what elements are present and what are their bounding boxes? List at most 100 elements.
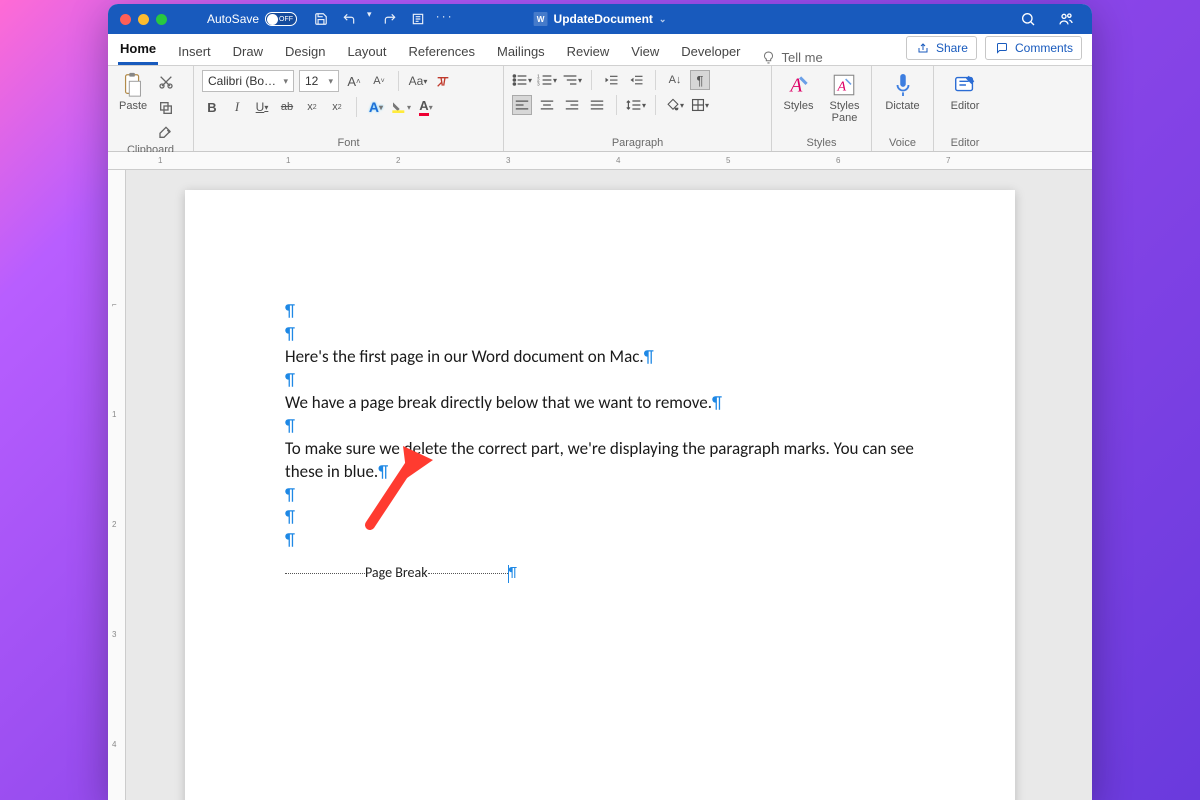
borders-icon[interactable]: ▾ [690,95,710,115]
autosave-toggle[interactable]: AutoSave OFF [207,12,297,26]
strikethrough-icon[interactable]: ab [277,97,297,117]
share-icon [915,40,931,56]
align-center-icon[interactable] [537,95,557,115]
text-effects-icon[interactable]: A▾ [366,97,386,117]
autosave-switch[interactable]: OFF [265,12,297,26]
tab-insert[interactable]: Insert [176,38,213,65]
bullets-icon[interactable]: ▾ [512,70,532,90]
editor-button[interactable]: Editor [948,70,983,114]
minimize-window-icon[interactable] [138,14,149,25]
tab-design[interactable]: Design [283,38,327,65]
paragraph-mark-icon: ¶ [285,415,295,436]
search-icon[interactable] [1018,9,1038,29]
undo-dropdown-icon[interactable]: ▾ [367,9,372,29]
grow-font-icon[interactable]: A˄ [344,71,364,91]
document-title-text: UpdateDocument [554,12,653,26]
justify-icon[interactable] [587,95,607,115]
underline-icon[interactable]: U▾ [252,97,272,117]
undo-icon[interactable] [339,9,359,29]
tab-developer[interactable]: Developer [679,38,742,65]
comments-button[interactable]: Comments [985,36,1082,60]
styles-pane-button[interactable]: A Styles Pane [827,70,863,126]
svg-text:3: 3 [537,82,540,87]
change-case-icon[interactable]: Aa▾ [408,71,428,91]
decrease-indent-icon[interactable] [601,70,621,90]
ribbon: Paste Clipboard Calibri (Bo…▾ 12▾ A˄ A˅ [108,66,1092,152]
superscript-icon[interactable]: x2 [327,97,347,117]
group-paragraph: ▾ 123▾ ▾ A↓ ¶ ▾ [504,66,772,151]
qat-misc-icon[interactable] [408,9,428,29]
vertical-ruler[interactable]: ⌐ 1 2 3 4 [108,170,126,800]
svg-text:W: W [537,15,545,24]
align-right-icon[interactable] [562,95,582,115]
copy-icon[interactable] [156,98,176,118]
svg-text:A: A [837,78,847,94]
word-app-icon: W [534,12,548,26]
tab-mailings[interactable]: Mailings [495,38,547,65]
tab-references[interactable]: References [407,38,477,65]
clear-format-icon[interactable] [433,71,453,91]
zoom-window-icon[interactable] [156,14,167,25]
tab-home[interactable]: Home [118,35,158,65]
document-area: ⌐ 1 2 3 4 ¶ ¶ Here's the first page in o… [108,170,1092,800]
multilevel-list-icon[interactable]: ▾ [562,70,582,90]
bold-icon[interactable]: B [202,97,222,117]
format-painter-icon[interactable] [156,124,176,144]
document-page[interactable]: ¶ ¶ Here's the first page in our Word do… [185,190,1015,800]
close-window-icon[interactable] [120,14,131,25]
show-marks-icon[interactable]: ¶ [690,70,710,90]
ribbon-tabs: Home Insert Draw Design Layout Reference… [108,34,1092,66]
quick-access-toolbar: ▾ ··· [311,9,454,29]
cut-icon[interactable] [156,72,176,92]
share-button[interactable]: Share [906,36,977,60]
shading-icon[interactable]: ▾ [665,95,685,115]
line-spacing-icon[interactable]: ▾ [626,95,646,115]
increase-indent-icon[interactable] [626,70,646,90]
styles-button[interactable]: A Styles [781,70,817,114]
sort-icon[interactable]: A↓ [665,70,685,90]
group-label: Font [202,137,495,151]
highlight-icon[interactable]: ▾ [391,97,411,117]
group-voice: Dictate Voice [872,66,934,151]
tab-layout[interactable]: Layout [345,38,388,65]
tab-view[interactable]: View [629,38,661,65]
page-break-indicator[interactable]: Page Break ¶ [285,564,915,583]
paragraph-mark-icon: ¶ [285,369,295,390]
dictate-button[interactable]: Dictate [882,70,922,114]
group-label: Voice [880,137,925,151]
tab-review[interactable]: Review [565,38,612,65]
group-font: Calibri (Bo…▾ 12▾ A˄ A˅ Aa▾ B I U▾ ab x2… [194,66,504,151]
share-people-icon[interactable] [1056,9,1076,29]
paragraph-mark-icon: ¶ [285,529,295,550]
doc-text: Here's the first page in our Word docume… [285,346,644,367]
page-break-label: Page Break [365,564,428,583]
paragraph-mark-icon: ¶ [712,392,722,413]
shrink-font-icon[interactable]: A˅ [369,71,389,91]
italic-icon[interactable]: I [227,97,247,117]
title-bar: AutoSave OFF ▾ ··· W UpdateDocument ⌄ [108,4,1092,34]
word-window: AutoSave OFF ▾ ··· W UpdateDocument ⌄ Ho… [108,4,1092,800]
group-styles: A Styles A Styles Pane Styles [772,66,872,151]
document-title[interactable]: W UpdateDocument ⌄ [534,12,667,26]
paragraph-mark-icon: ¶ [285,323,295,344]
numbering-icon[interactable]: 123▾ [537,70,557,90]
titlebar-right [1018,9,1086,29]
align-left-icon[interactable] [512,95,532,115]
doc-text: We have a page break directly below that… [285,392,712,413]
autosave-label: AutoSave [207,12,259,26]
redo-icon[interactable] [380,9,400,29]
tab-draw[interactable]: Draw [231,38,265,65]
annotation-arrow-icon [355,440,435,530]
subscript-icon[interactable]: x2 [302,97,322,117]
font-color-icon[interactable]: A▾ [416,97,436,117]
horizontal-ruler[interactable]: 1 1 2 3 4 5 6 7 [108,152,1092,170]
group-label: Styles [780,137,863,151]
font-name-select[interactable]: Calibri (Bo…▾ [202,70,294,92]
qat-overflow-icon[interactable]: ··· [436,9,454,29]
paste-button[interactable]: Paste [116,70,150,114]
font-size-select[interactable]: 12▾ [299,70,339,92]
comment-icon [994,40,1010,56]
save-icon[interactable] [311,9,331,29]
title-dropdown-icon[interactable]: ⌄ [659,14,667,25]
tell-me[interactable]: Tell me [761,49,823,65]
